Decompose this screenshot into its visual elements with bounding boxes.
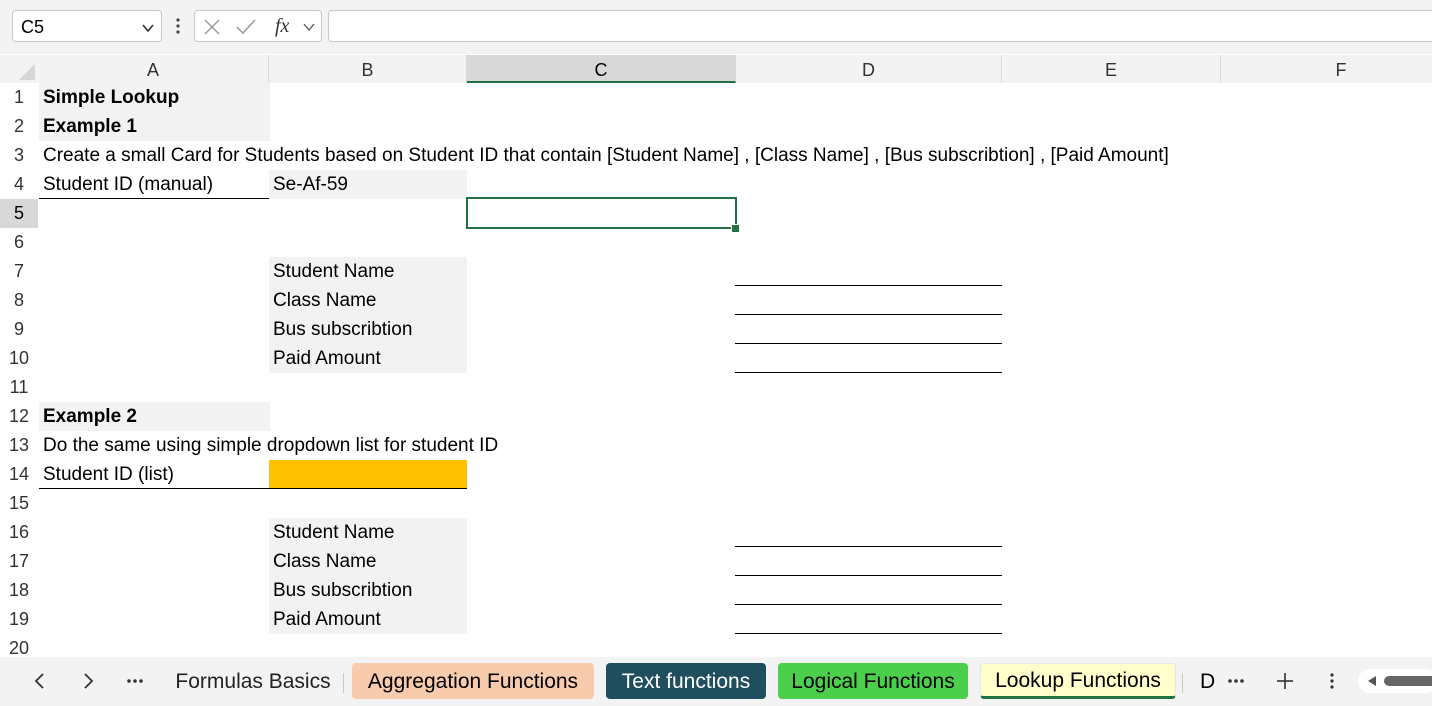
select-all-triangle [19, 64, 35, 80]
cancel-icon[interactable] [203, 18, 221, 36]
cell-b16[interactable]: Student Name [269, 518, 467, 547]
row-header[interactable]: 14 [0, 460, 38, 489]
row-header[interactable]: 8 [0, 286, 38, 315]
cell-d7[interactable] [735, 257, 1002, 286]
chevron-right-icon[interactable] [78, 671, 98, 691]
row-header[interactable]: 9 [0, 315, 38, 344]
column-header-c[interactable]: C [467, 55, 736, 83]
row-header[interactable]: 5 [0, 199, 38, 228]
cell-a13[interactable]: Do the same using simple dropdown list f… [39, 431, 498, 460]
options-vertical-icon[interactable] [1326, 670, 1338, 692]
row-header[interactable]: 7 [0, 257, 38, 286]
more-vertical-icon[interactable] [172, 13, 184, 39]
tab-separator [1182, 673, 1183, 693]
cell-a4[interactable]: Student ID (manual) [39, 170, 270, 199]
row-header[interactable]: 12 [0, 402, 38, 431]
chevron-left-icon[interactable] [30, 671, 50, 691]
column-header-d[interactable]: D [736, 55, 1002, 83]
tab-text-functions[interactable]: Text functions [606, 663, 766, 699]
row-header[interactable]: 4 [0, 170, 38, 199]
chevron-down-icon[interactable] [141, 21, 155, 35]
cell-a3[interactable]: Create a small Card for Students based o… [39, 141, 1169, 170]
cell-a2[interactable]: Example 1 [39, 112, 270, 141]
row-header[interactable]: 2 [0, 112, 38, 141]
svg-text:fx: fx [275, 15, 290, 37]
name-box-value: C5 [21, 17, 45, 37]
cell-d8[interactable] [735, 286, 1002, 315]
cell-b17[interactable]: Class Name [269, 547, 467, 576]
row-header[interactable]: 16 [0, 518, 38, 547]
tab-logical-functions[interactable]: Logical Functions [778, 663, 968, 699]
cell-d17[interactable] [735, 547, 1002, 576]
insert-function-icon[interactable]: fx [273, 14, 299, 38]
fill-handle[interactable] [731, 224, 740, 233]
chevron-down-icon[interactable] [303, 22, 315, 32]
cell-d18[interactable] [735, 576, 1002, 605]
row-header[interactable]: 15 [0, 489, 38, 518]
row-header[interactable]: 13 [0, 431, 38, 460]
row-header[interactable]: 10 [0, 344, 38, 373]
cell-b10[interactable]: Paid Amount [269, 344, 467, 373]
cell-b19[interactable]: Paid Amount [269, 605, 467, 634]
row-header[interactable]: 18 [0, 576, 38, 605]
cell-d16[interactable] [735, 518, 1002, 547]
tab-separator [343, 673, 344, 693]
cell-a12[interactable]: Example 2 [39, 402, 270, 431]
spreadsheet-grid[interactable]: A B C D E F 1 2 3 4 5 6 7 8 9 10 11 12 1… [0, 55, 1432, 657]
row-header[interactable]: 3 [0, 141, 38, 170]
column-header-b[interactable]: B [269, 55, 467, 83]
formula-bar: C5 fx [0, 0, 1432, 54]
row-header[interactable]: 20 [0, 634, 38, 657]
column-header-e[interactable]: E [1002, 55, 1221, 83]
tab-lookup-functions[interactable]: Lookup Functions [980, 663, 1176, 699]
row-header[interactable]: 6 [0, 228, 38, 257]
row-header[interactable]: 1 [0, 83, 38, 112]
cell-b7[interactable]: Student Name [269, 257, 467, 286]
tab-aggregation-functions[interactable]: Aggregation Functions [352, 663, 594, 699]
cell-d9[interactable] [735, 315, 1002, 344]
column-header-f[interactable]: F [1221, 55, 1432, 83]
active-cell-c5[interactable] [466, 197, 737, 229]
more-horizontal-icon[interactable] [125, 671, 145, 691]
enter-check-icon[interactable] [235, 18, 257, 36]
formula-input[interactable] [328, 10, 1432, 42]
row-header[interactable]: 17 [0, 547, 38, 576]
cell-a14[interactable]: Student ID (list) [39, 460, 270, 489]
cell-a1[interactable]: Simple Lookup [39, 83, 270, 112]
sheet-tab-bar: Formulas Basics Aggregation Functions Te… [0, 657, 1432, 706]
cell-d10[interactable] [735, 344, 1002, 373]
cell-d19[interactable] [735, 605, 1002, 634]
cell-b9[interactable]: Bus subscribtion [269, 315, 467, 344]
row-header[interactable]: 19 [0, 605, 38, 634]
horizontal-scrollbar[interactable] [1358, 669, 1432, 693]
cell-b18[interactable]: Bus subscribtion [269, 576, 467, 605]
scrollbar-thumb[interactable] [1384, 676, 1432, 686]
cell-b4[interactable]: Se-Af-59 [269, 170, 467, 199]
select-all-corner[interactable] [0, 55, 38, 83]
column-header-a[interactable]: A [38, 55, 269, 83]
tab-truncated[interactable]: D [1190, 663, 1218, 699]
dropdown-cell-b14[interactable] [269, 460, 467, 489]
row-header[interactable]: 11 [0, 373, 38, 402]
name-box[interactable]: C5 [12, 10, 162, 42]
more-sheets-icon[interactable] [1226, 671, 1246, 691]
formula-buttons: fx [194, 10, 322, 42]
cell-b8[interactable]: Class Name [269, 286, 467, 315]
tab-formulas-basics[interactable]: Formulas Basics [168, 663, 338, 699]
add-sheet-icon[interactable] [1274, 670, 1296, 692]
scroll-left-arrow-icon[interactable] [1366, 675, 1378, 687]
